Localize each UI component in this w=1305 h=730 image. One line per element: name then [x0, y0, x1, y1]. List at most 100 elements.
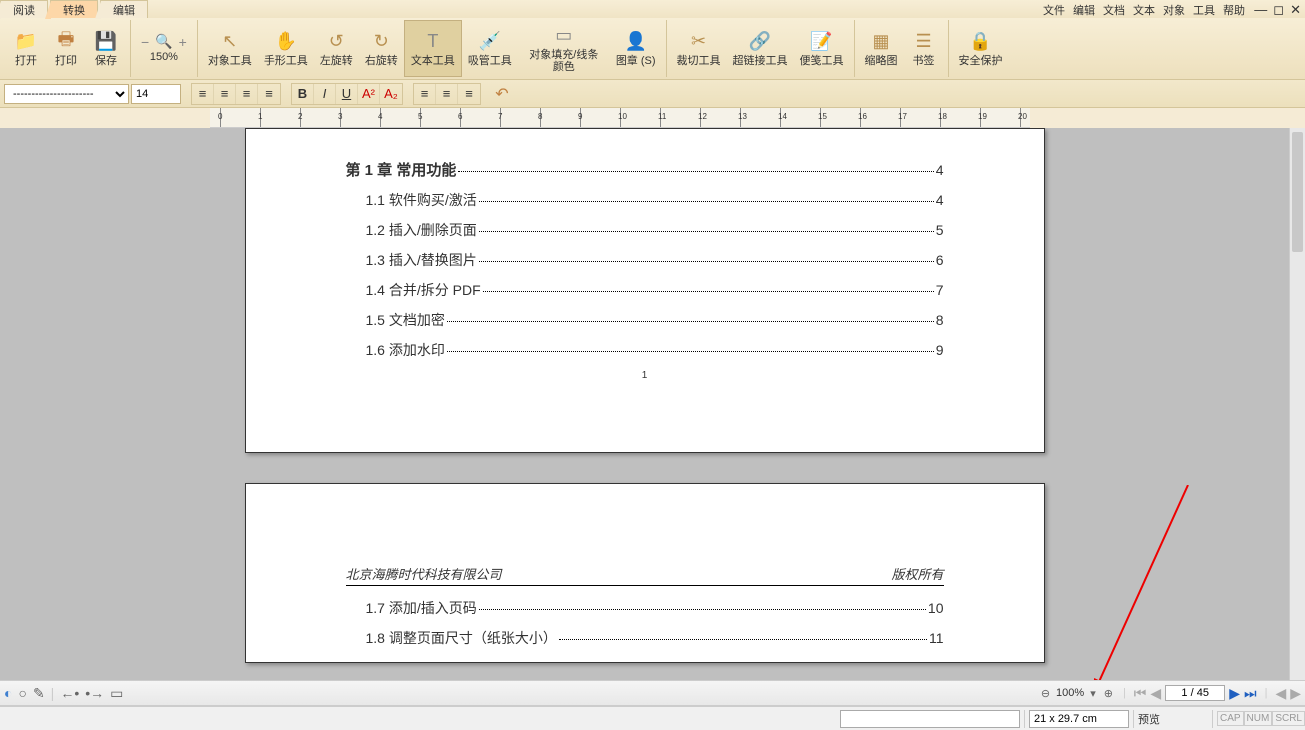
italic-button[interactable]: I	[314, 84, 336, 104]
zoom-out-btn[interactable]: ⊖	[1039, 687, 1052, 700]
history-forward-button[interactable]: ▶	[1290, 685, 1301, 702]
ruler: 01234567891011121314151617181920	[210, 108, 1030, 128]
zoom-level[interactable]: 100%	[1056, 687, 1084, 699]
tab-convert[interactable]: 转换	[50, 0, 98, 18]
toc-item[interactable]: 1.3 插入/替换图片6	[346, 250, 944, 270]
superscript-button[interactable]: A²	[358, 84, 380, 104]
menu-doc[interactable]: 文档	[1103, 2, 1125, 18]
tab-read[interactable]: 阅读	[0, 0, 48, 18]
align-justify-button[interactable]: ≡	[258, 84, 280, 104]
stamp-button[interactable]: 👤图章 (S)	[610, 20, 662, 77]
note-icon: 📝	[810, 30, 834, 54]
crop-icon: ✂	[687, 30, 711, 54]
toc-item[interactable]: 1.7 添加/插入页码10	[346, 598, 944, 618]
page-2[interactable]: 北京海腾时代科技有限公司版权所有 1.7 添加/插入页码101.8 调整页面尺寸…	[245, 483, 1045, 663]
text-tool-button[interactable]: T文本工具	[404, 20, 462, 77]
pen-tool-icon[interactable]: ✎	[33, 685, 45, 702]
arrow-right-icon[interactable]: •→	[85, 685, 104, 701]
minimize-button[interactable]: —	[1254, 2, 1267, 18]
vertical-scrollbar[interactable]	[1289, 128, 1305, 680]
thumbnail-button[interactable]: ▦缩略图	[859, 20, 904, 77]
magnifier-icon: 🔍	[155, 33, 172, 50]
zoom-control[interactable]: −🔍+ 150%	[135, 20, 193, 77]
save-button[interactable]: 💾保存	[86, 20, 126, 77]
bookmark-icon: ☰	[912, 30, 936, 54]
pipette-button[interactable]: 💉吸管工具	[462, 20, 518, 77]
scroll-indicator: SCRL	[1272, 711, 1305, 726]
document-viewport[interactable]: 第 1 章 常用功能4 1.1 软件购买/激活41.2 插入/删除页面51.3 …	[0, 128, 1289, 680]
toc-item[interactable]: 1.5 文档加密8	[346, 310, 944, 330]
footer-copyright: 版权所有	[891, 564, 943, 583]
object-tool-button[interactable]: ↖对象工具	[202, 20, 258, 77]
save-icon: 💾	[94, 30, 118, 54]
page-1[interactable]: 第 1 章 常用功能4 1.1 软件购买/激活41.2 插入/删除页面51.3 …	[245, 128, 1045, 453]
zoom-out-icon[interactable]: −	[141, 34, 149, 50]
tab-edit[interactable]: 编辑	[100, 0, 148, 18]
underline-button[interactable]: U	[336, 84, 358, 104]
rotate-right-icon: ↻	[369, 30, 393, 54]
subscript-button[interactable]: A₂	[380, 84, 402, 104]
list-bullet-button[interactable]: ≡	[414, 84, 436, 104]
note-button[interactable]: 📝便笺工具	[794, 20, 850, 77]
menu-file[interactable]: 文件	[1043, 2, 1065, 18]
text-icon: T	[421, 30, 445, 54]
pipette-icon: 💉	[478, 30, 502, 54]
zoom-in-btn[interactable]: ⊕	[1102, 687, 1115, 700]
cursor-icon: ↖	[218, 30, 242, 54]
rotate-right-button[interactable]: ↻右旋转	[359, 20, 404, 77]
undo-button[interactable]: ↶	[491, 84, 513, 104]
align-right-button[interactable]: ≡	[236, 84, 258, 104]
first-page-button[interactable]: ⏮	[1134, 685, 1147, 702]
menu-edit[interactable]: 编辑	[1073, 2, 1095, 18]
next-page-button[interactable]: ▶	[1229, 685, 1240, 702]
link-button[interactable]: 🔗超链接工具	[727, 20, 794, 77]
page-number: 1	[346, 370, 944, 381]
toc-item[interactable]: 1.8 调整页面尺寸（纸张大小）11	[346, 628, 944, 648]
toc-title: 第 1 章 常用功能	[346, 159, 457, 180]
font-family-select[interactable]: ----------------------	[4, 84, 129, 104]
toc-item[interactable]: 1.6 添加水印9	[346, 340, 944, 360]
security-button[interactable]: 🔒安全保护	[953, 20, 1009, 77]
toc-item[interactable]: 1.4 合并/拆分 PDF7	[346, 280, 944, 300]
font-size-input[interactable]	[131, 84, 181, 104]
maximize-button[interactable]: ◻	[1273, 2, 1284, 18]
prev-page-button[interactable]: ◀	[1150, 685, 1161, 702]
rotate-left-button[interactable]: ↺左旋转	[314, 20, 359, 77]
menu-help[interactable]: 帮助	[1223, 2, 1245, 18]
thumbnail-icon: ▦	[869, 30, 893, 54]
fill-color-button[interactable]: ▭对象填充/线条颜色	[518, 20, 610, 77]
ellipse-tool-icon[interactable]: ○	[18, 685, 26, 701]
arrow-left-icon[interactable]: ←•	[60, 685, 79, 701]
page-dimensions	[1029, 710, 1129, 728]
crop-rect-icon[interactable]: ▭	[110, 685, 123, 702]
hand-tool-button[interactable]: ✋手形工具	[258, 20, 314, 77]
bold-button[interactable]: B	[292, 84, 314, 104]
crop-button[interactable]: ✂裁切工具	[671, 20, 727, 77]
last-page-button[interactable]: ⏭	[1244, 685, 1257, 702]
align-center-button[interactable]: ≡	[214, 84, 236, 104]
toc-item[interactable]: 1.1 软件购买/激活4	[346, 190, 944, 210]
menu-object[interactable]: 对象	[1163, 2, 1185, 18]
num-indicator: NUM	[1244, 711, 1273, 726]
close-button[interactable]: ✕	[1290, 2, 1301, 18]
indent-button[interactable]: ≡	[458, 84, 480, 104]
status-field-1[interactable]	[840, 710, 1020, 728]
menu-tools[interactable]: 工具	[1193, 2, 1215, 18]
history-back-button[interactable]: ◀	[1275, 685, 1286, 702]
eyedropper-tool-icon[interactable]: ◐	[4, 685, 12, 701]
print-icon: 🖶	[54, 30, 78, 54]
preview-label[interactable]: 预览	[1138, 711, 1208, 727]
lock-icon: 🔒	[969, 30, 993, 54]
caps-indicator: CAP	[1217, 711, 1244, 726]
menu-text[interactable]: 文本	[1133, 2, 1155, 18]
print-button[interactable]: 🖶打印	[46, 20, 86, 77]
toc-item[interactable]: 1.2 插入/删除页面5	[346, 220, 944, 240]
align-left-button[interactable]: ≡	[192, 84, 214, 104]
zoom-dropdown-icon[interactable]: ▾	[1088, 687, 1098, 700]
open-button[interactable]: 📁打开	[6, 20, 46, 77]
list-number-button[interactable]: ≡	[436, 84, 458, 104]
page-input[interactable]	[1165, 685, 1225, 701]
zoom-in-icon[interactable]: +	[179, 34, 187, 50]
link-icon: 🔗	[748, 30, 772, 54]
bookmark-button[interactable]: ☰书签	[904, 20, 944, 77]
